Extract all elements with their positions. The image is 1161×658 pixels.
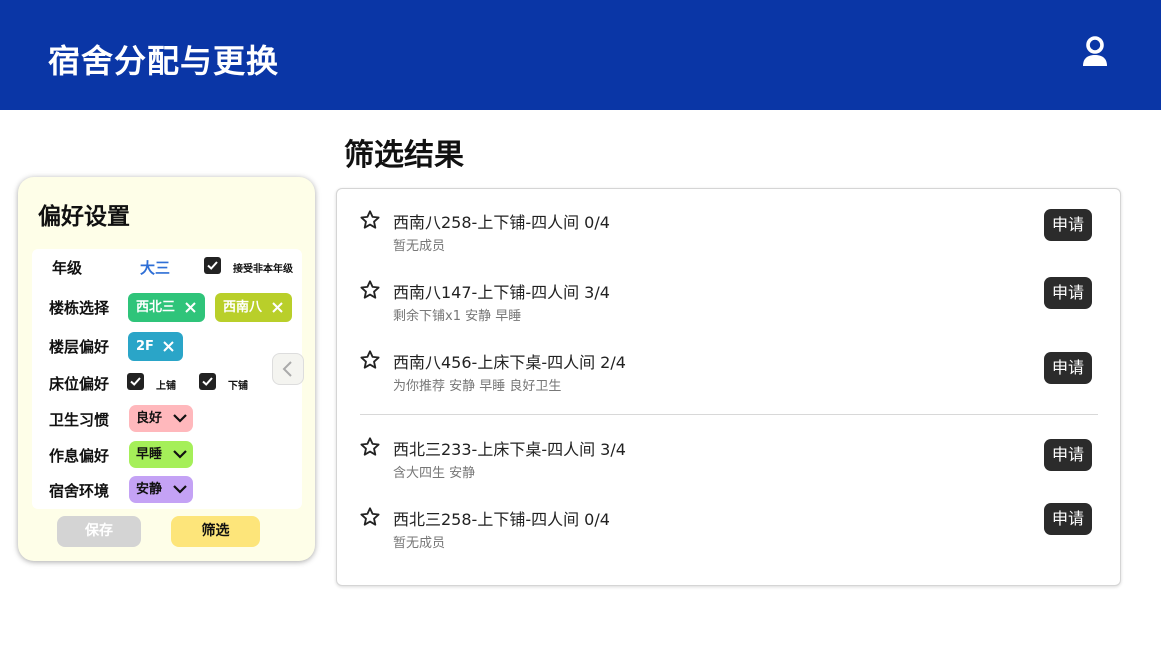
results-title: 筛选结果 <box>344 138 464 173</box>
star-icon[interactable] <box>359 436 381 458</box>
result-item: 西北三258-上下铺-四人间 0/4 暂无成员 申请 <box>337 503 1122 566</box>
grade-value[interactable]: 大三 <box>140 257 170 278</box>
result-name: 西南八258-上下铺-四人间 0/4 <box>393 213 610 232</box>
results-divider <box>360 414 1098 415</box>
chip-text: 西南八 <box>223 300 263 315</box>
close-icon[interactable] <box>184 301 197 314</box>
chevron-down-icon <box>173 485 187 494</box>
results-list: 西南八258-上下铺-四人间 0/4 暂无成员 申请 西南八147-上下铺-四人… <box>336 188 1121 586</box>
hygiene-label: 卫生习惯 <box>49 411 110 429</box>
result-item: 西北三233-上床下桌-四人间 3/4 含大四生 安静 申请 <box>337 436 1122 496</box>
result-name: 西北三233-上床下桌-四人间 3/4 <box>393 440 626 459</box>
close-icon[interactable] <box>162 340 175 353</box>
floor-label: 楼层偏好 <box>49 338 110 356</box>
apply-button[interactable]: 申请 <box>1044 503 1092 535</box>
result-subtitle: 暂无成员 <box>393 239 446 254</box>
building-label: 楼栋选择 <box>49 299 110 317</box>
chevron-left-icon <box>282 361 292 377</box>
apply-button[interactable]: 申请 <box>1044 352 1092 384</box>
environment-value: 安静 <box>136 482 163 497</box>
result-item: 西南八258-上下铺-四人间 0/4 暂无成员 申请 <box>337 209 1122 269</box>
accept-other-grade-checkbox[interactable] <box>204 257 221 274</box>
preferences-panel: 偏好设置 <box>18 177 315 561</box>
lower-bunk-checkbox[interactable] <box>199 373 216 390</box>
result-name: 西南八456-上床下桌-四人间 2/4 <box>393 353 626 372</box>
chip-text: 2F <box>136 339 154 354</box>
result-item: 西南八456-上床下桌-四人间 2/4 为你推荐 安静 早睡 良好卫生 申请 <box>337 349 1122 409</box>
building-chip-xibei3: 西北三 <box>128 293 205 322</box>
apply-button[interactable]: 申请 <box>1044 439 1092 471</box>
chevron-down-icon <box>173 414 187 423</box>
environment-label: 宿舍环境 <box>49 482 110 500</box>
result-subtitle: 含大四生 安静 <box>393 466 476 481</box>
filter-button[interactable]: 筛选 <box>171 516 260 547</box>
hygiene-select[interactable]: 良好 <box>129 405 193 432</box>
star-icon[interactable] <box>359 506 381 528</box>
schedule-value: 早睡 <box>136 447 163 462</box>
upper-bunk-label: 上铺 <box>156 381 176 392</box>
schedule-select[interactable]: 早睡 <box>129 441 193 468</box>
save-button[interactable]: 保存 <box>57 516 141 547</box>
result-item: 西南八147-上下铺-四人间 3/4 剩余下铺x1 安静 早睡 申请 <box>337 277 1122 339</box>
star-icon[interactable] <box>359 279 381 301</box>
floor-chip-2f: 2F <box>128 332 183 361</box>
environment-select[interactable]: 安静 <box>129 476 193 503</box>
preferences-title: 偏好设置 <box>38 204 130 230</box>
app-title: 宿舍分配与更换 <box>48 42 280 80</box>
result-subtitle: 剩余下铺x1 安静 早睡 <box>393 309 522 324</box>
chevron-down-icon <box>173 450 187 459</box>
user-icon[interactable] <box>1078 35 1112 69</box>
chip-text: 西北三 <box>136 300 176 315</box>
star-icon[interactable] <box>359 209 381 231</box>
star-icon[interactable] <box>359 349 381 371</box>
upper-bunk-checkbox[interactable] <box>127 373 144 390</box>
lower-bunk-label: 下铺 <box>228 381 248 392</box>
close-icon[interactable] <box>271 301 284 314</box>
result-subtitle: 为你推荐 安静 早睡 良好卫生 <box>393 379 562 394</box>
collapse-panel-button[interactable] <box>272 353 304 385</box>
apply-button[interactable]: 申请 <box>1044 277 1092 309</box>
result-name: 西北三258-上下铺-四人间 0/4 <box>393 510 610 529</box>
bed-label: 床位偏好 <box>49 375 110 393</box>
result-name: 西南八147-上下铺-四人间 3/4 <box>393 283 610 302</box>
schedule-label: 作息偏好 <box>49 447 110 465</box>
building-chip-xinan8: 西南八 <box>215 293 292 322</box>
grade-label: 年级 <box>52 259 83 277</box>
hygiene-value: 良好 <box>136 411 163 426</box>
app-header: 宿舍分配与更换 <box>0 0 1161 110</box>
apply-button[interactable]: 申请 <box>1044 209 1092 241</box>
accept-other-grade-label: 接受非本年级 <box>233 264 293 275</box>
result-subtitle: 暂无成员 <box>393 536 446 551</box>
